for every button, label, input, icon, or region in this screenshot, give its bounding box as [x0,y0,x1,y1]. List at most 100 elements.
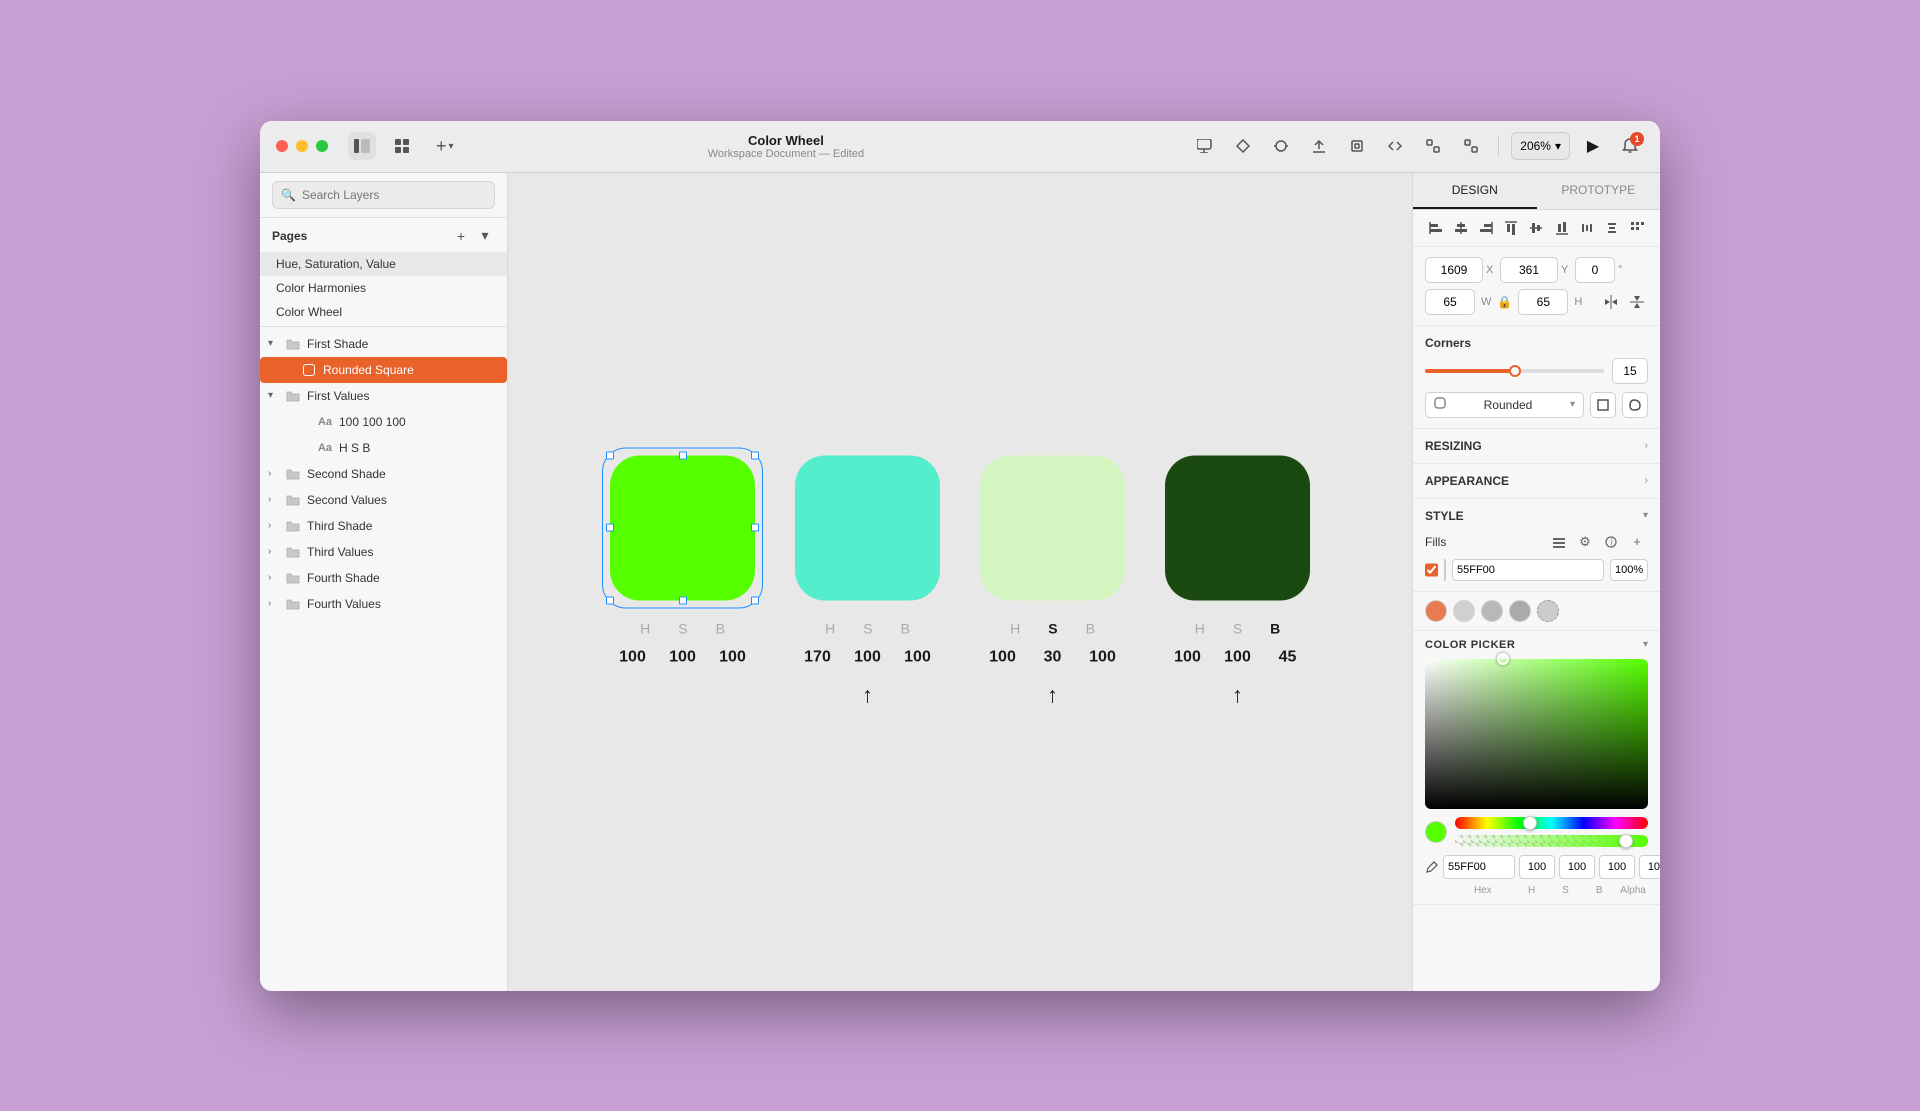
corners-type-select[interactable]: Rounded ▾ [1425,392,1584,418]
flip-v-button[interactable] [1626,291,1648,313]
layer-item-text-100[interactable]: Aa 100 100 100 [260,409,507,435]
close-button[interactable] [276,140,288,152]
height-input[interactable] [1518,289,1568,315]
layer-item-first-shade[interactable]: ▾ First Shade [260,331,507,357]
handle-mt[interactable] [679,451,687,459]
panel-toggle-button[interactable] [348,132,376,160]
zoom-control[interactable]: 206% ▾ [1511,132,1570,160]
layer-item-fourth-shade[interactable]: › Fourth Shade [260,565,507,591]
layer-item-third-shade[interactable]: › Third Shade [260,513,507,539]
search-box[interactable]: 🔍 [272,181,495,209]
distribute-h-button[interactable] [1576,216,1597,240]
color-swatch-orange[interactable] [1425,600,1447,622]
handle-bl[interactable] [606,596,614,604]
distribute-v-button[interactable] [1602,216,1623,240]
x-input[interactable] [1425,257,1483,283]
rotation-input[interactable] [1575,257,1615,283]
fullscreen-button[interactable] [316,140,328,152]
export-button[interactable] [1456,131,1486,161]
rounded-square-shape-3[interactable] [980,455,1125,600]
layer-item-first-values[interactable]: ▾ First Values [260,383,507,409]
layer-item-second-shade[interactable]: › Second Shade [260,461,507,487]
fill-opacity-input[interactable] [1610,559,1648,581]
layer-item-rounded-square[interactable]: Rounded Square [260,357,507,383]
add-page-button[interactable]: + [451,226,471,246]
rounded-square-shape-2[interactable] [795,455,940,600]
color-gradient-box[interactable] [1425,659,1648,809]
resizing-header[interactable]: RESIZING › [1413,429,1660,463]
fill-color-swatch[interactable] [1444,559,1446,581]
handle-tr[interactable] [751,451,759,459]
align-bottom-button[interactable] [1551,216,1572,240]
layer-item-third-values[interactable]: › Third Values [260,539,507,565]
shape-4-container[interactable] [1165,455,1310,600]
flip-h-button[interactable] [1600,291,1622,313]
color-swatch-empty[interactable] [1537,600,1559,622]
alpha-slider[interactable] [1455,835,1648,847]
corner-smooth-button[interactable] [1622,392,1648,418]
align-center-v-button[interactable] [1526,216,1547,240]
align-left-edges-button[interactable] [1425,216,1446,240]
shape-2-container[interactable] [795,455,940,600]
align-top-button[interactable] [1501,216,1522,240]
color-hex-field[interactable] [1443,855,1515,879]
distribute-button[interactable] [1266,131,1296,161]
align-center-h-button[interactable] [1450,216,1471,240]
color-swatch-gray2[interactable] [1481,600,1503,622]
align-right-edges-button[interactable] [1475,216,1496,240]
fill-checkbox[interactable] [1425,563,1438,577]
color-alpha-field[interactable] [1639,855,1660,879]
page-item-wheel[interactable]: Color Wheel [260,300,507,324]
rounded-square-shape-1[interactable] [610,455,755,600]
notification-button[interactable]: 1 [1616,132,1644,160]
rounded-square-shape-4[interactable] [1165,455,1310,600]
fills-add-button[interactable]: + [1626,531,1648,553]
minimize-button[interactable] [296,140,308,152]
handle-mr[interactable] [751,524,759,532]
fills-settings-button[interactable]: ⚙ [1574,531,1596,553]
fills-blend-button[interactable] [1600,531,1622,553]
appearance-header[interactable]: APPEARANCE › [1413,464,1660,498]
hue-slider-handle[interactable] [1523,816,1537,830]
handle-tl[interactable] [606,451,614,459]
play-button[interactable]: ▶ [1578,131,1608,161]
preview-button[interactable] [1190,131,1220,161]
pages-chevron-button[interactable]: ▾ [475,226,495,246]
layer-item-fourth-values[interactable]: › Fourth Values [260,591,507,617]
component-button[interactable] [1228,131,1258,161]
lock-proportions-icon[interactable]: 🔒 [1497,295,1512,309]
handle-ml[interactable] [606,524,614,532]
slider-thumb[interactable] [1509,365,1521,377]
width-input[interactable] [1425,289,1475,315]
color-swatch-gray3[interactable] [1509,600,1531,622]
hue-slider[interactable] [1455,817,1648,829]
gradient-cursor[interactable] [1497,653,1509,665]
page-item-hsv[interactable]: Hue, Saturation, Value [260,252,507,276]
embed-button[interactable] [1380,131,1410,161]
tidy-up-button[interactable] [1627,216,1648,240]
y-input[interactable] [1500,257,1558,283]
color-h-field[interactable] [1519,855,1555,879]
page-item-harmonies[interactable]: Color Harmonies [260,276,507,300]
handle-mb[interactable] [679,596,687,604]
fills-layers-button[interactable] [1548,531,1570,553]
shape-3-container[interactable] [980,455,1125,600]
handle-br[interactable] [751,596,759,604]
frame-button[interactable] [1342,131,1372,161]
layer-item-text-hsb[interactable]: Aa H S B [260,435,507,461]
alpha-slider-handle[interactable] [1619,834,1633,848]
corner-square-button[interactable] [1590,392,1616,418]
color-picker-chevron-icon[interactable]: ▾ [1643,639,1648,650]
upload-button[interactable] [1304,131,1334,161]
eyedropper-button[interactable] [1425,855,1439,879]
search-input[interactable] [302,188,486,202]
transform-button[interactable] [1418,131,1448,161]
fill-hex-input[interactable] [1452,559,1604,581]
color-s-field[interactable] [1559,855,1595,879]
tab-prototype[interactable]: PROTOTYPE [1537,173,1661,209]
canvas[interactable]: H S B 100 100 100 H [508,173,1412,991]
color-swatch-gray1[interactable] [1453,600,1475,622]
tab-design[interactable]: DESIGN [1413,173,1537,209]
color-b-field[interactable] [1599,855,1635,879]
shape-1-container[interactable] [610,455,755,600]
